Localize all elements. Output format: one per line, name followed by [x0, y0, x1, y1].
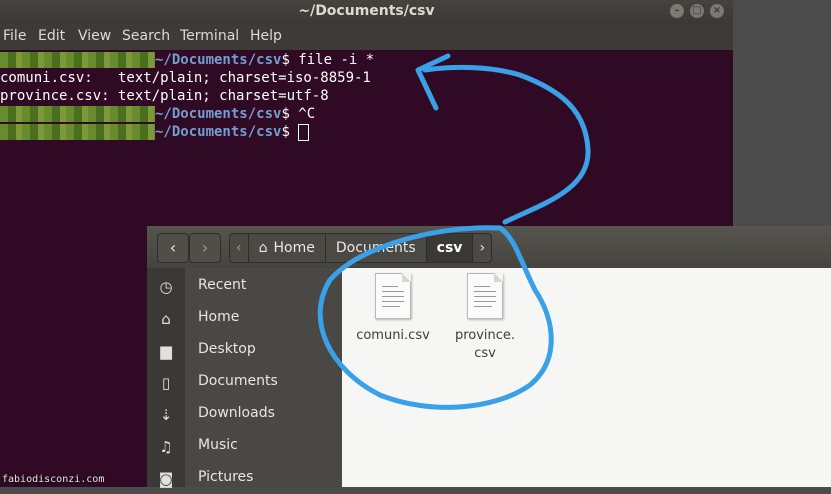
menu-view[interactable]: View [78, 28, 111, 44]
file-view[interactable]: comuni.csv province. csv [342, 268, 831, 487]
download-icon: ⇣ [159, 406, 173, 424]
menu-search[interactable]: Search [122, 28, 170, 44]
terminal-line: ~/Documents/csv$ ^C [0, 105, 315, 123]
window-title: ~/Documents/csv [298, 3, 435, 19]
chevron-left-icon: ‹ [236, 240, 242, 256]
terminal-line: comuni.csv: text/plain; charset=iso-8859… [0, 70, 371, 86]
breadcrumb-home[interactable]: ⌂ Home [249, 234, 326, 262]
breadcrumb-scroll-left[interactable]: ‹ [230, 234, 249, 262]
watermark: fabiodisconzi.com [2, 474, 105, 485]
menu-edit[interactable]: Edit [38, 28, 65, 44]
terminal-line: ~/Documents/csv$ file -i * [0, 51, 374, 69]
document-icon: ▯ [161, 374, 171, 392]
sidebar-item-downloads[interactable]: ⇣ Downloads [147, 400, 342, 430]
places-sidebar: ◷ Recent ⌂ Home ▆ Desktop ▯ Documents ⇣ … [147, 268, 342, 488]
chevron-right-icon: › [201, 238, 209, 257]
menu-help[interactable]: Help [250, 28, 282, 44]
file-name: province. csv [454, 328, 516, 361]
home-icon: ⌂ [161, 310, 171, 328]
sidebar-item-desktop[interactable]: ▆ Desktop [147, 336, 342, 366]
menu-terminal[interactable]: Terminal [180, 28, 239, 44]
menu-file[interactable]: File [3, 28, 26, 44]
folder-icon: ▆ [160, 342, 172, 360]
sidebar-item-music[interactable]: ♫ Music [147, 432, 342, 462]
home-icon: ⌂ [258, 240, 268, 256]
text-cursor [298, 123, 310, 141]
file-item-province[interactable]: province. csv [440, 273, 530, 363]
music-note-icon: ♫ [159, 438, 173, 456]
text-file-icon [375, 273, 411, 319]
forward-button[interactable]: › [189, 233, 221, 263]
breadcrumb-scroll-right[interactable]: › [473, 234, 491, 262]
file-manager-window[interactable]: ‹ › ‹ ⌂ Home Documents csv › ◷ Recent ⌂ … [147, 226, 831, 488]
terminal-line: province.csv: text/plain; charset=utf-8 [0, 88, 329, 104]
file-name: comuni.csv [356, 328, 430, 343]
terminal-titlebar[interactable]: ~/Documents/csv – □ × [0, 0, 733, 24]
maximize-icon[interactable]: □ [690, 4, 704, 18]
sidebar-item-home[interactable]: ⌂ Home [147, 304, 342, 334]
text-file-icon [467, 273, 503, 319]
camera-icon: ◙ [158, 470, 174, 488]
breadcrumb: ‹ ⌂ Home Documents csv › [229, 233, 493, 263]
back-button[interactable]: ‹ [157, 233, 189, 263]
chevron-right-icon: › [479, 240, 486, 256]
terminal-menubar: File Edit View Search Terminal Help [0, 24, 733, 50]
minimize-icon[interactable]: – [670, 4, 684, 18]
clock-icon: ◷ [159, 278, 173, 296]
sidebar-item-pictures[interactable]: ◙ Pictures [147, 464, 342, 494]
redacted-username [0, 52, 155, 68]
file-item-comuni[interactable]: comuni.csv [348, 273, 438, 345]
redacted-username [0, 124, 155, 140]
file-manager-header: ‹ › ‹ ⌂ Home Documents csv › [147, 226, 831, 268]
breadcrumb-documents[interactable]: Documents [326, 234, 427, 262]
close-icon[interactable]: × [710, 4, 724, 18]
sidebar-item-recent[interactable]: ◷ Recent [147, 272, 342, 302]
breadcrumb-csv[interactable]: csv [426, 234, 474, 262]
redacted-username [0, 106, 155, 122]
terminal-line: ~/Documents/csv$ [0, 123, 310, 141]
sidebar-item-documents[interactable]: ▯ Documents [147, 368, 342, 398]
chevron-left-icon: ‹ [169, 238, 177, 257]
